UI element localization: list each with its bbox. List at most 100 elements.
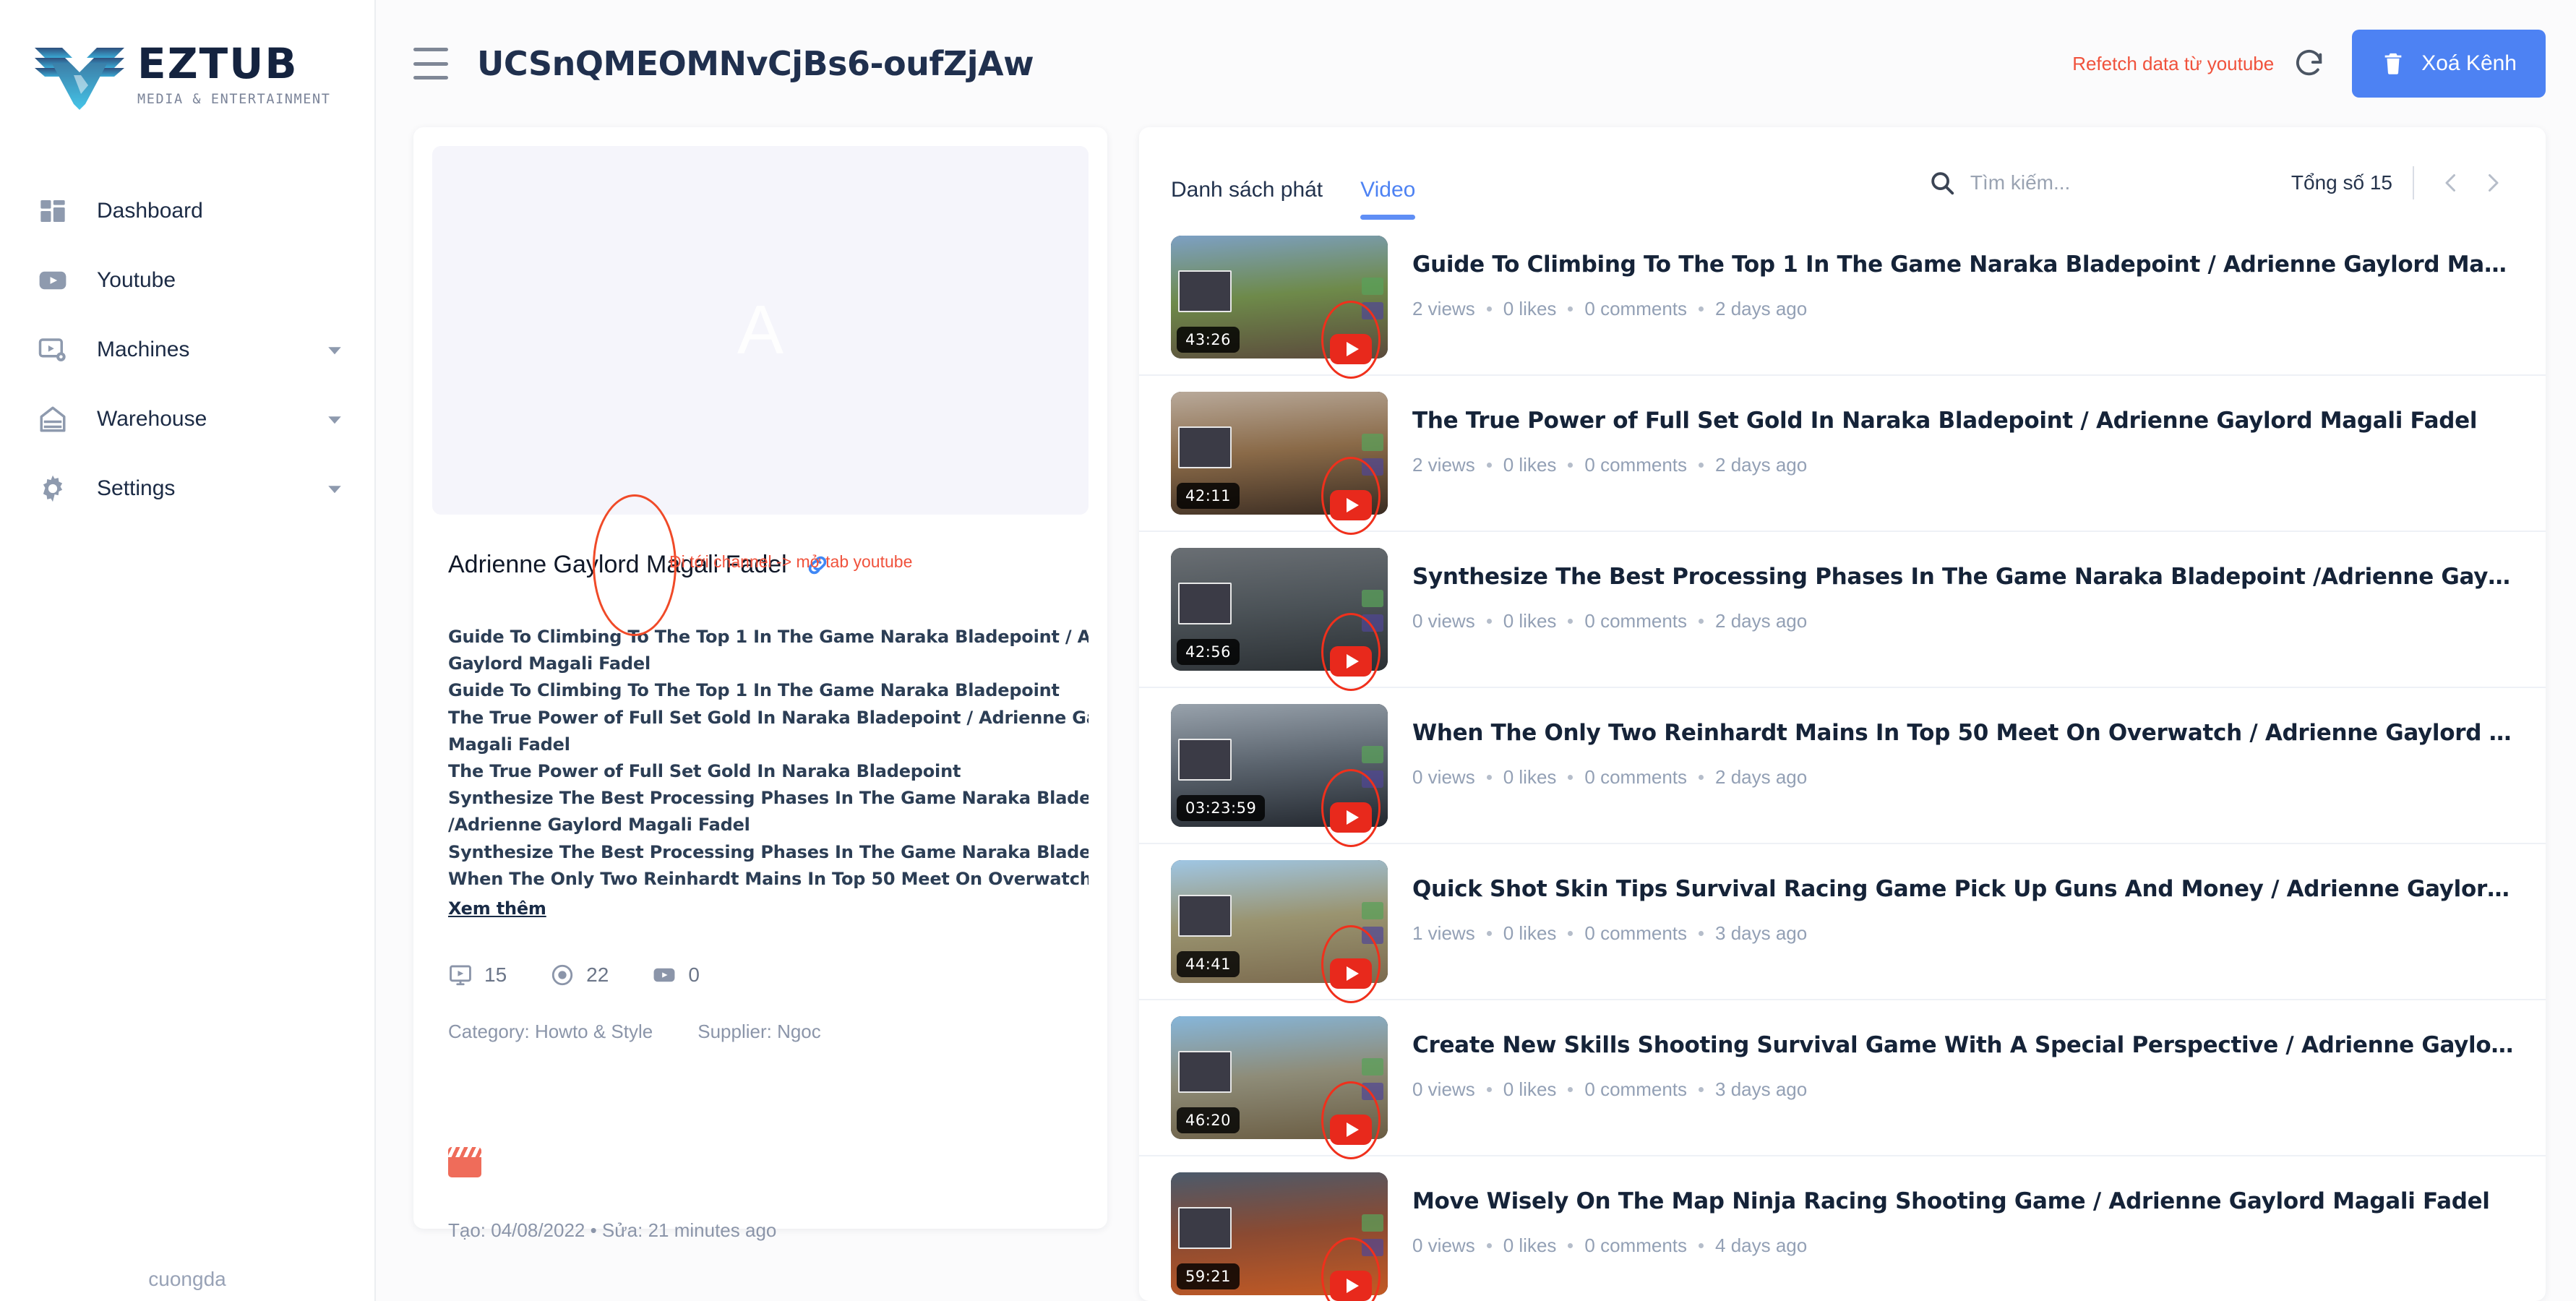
video-row[interactable]: 43:26 Guide To Climbing To The Top 1 In T… bbox=[1139, 220, 2546, 379]
thumbnail-webcam-overlay bbox=[1178, 583, 1232, 624]
video-info: Quick Shot Skin Tips Survival Racing Gam… bbox=[1412, 860, 2514, 945]
video-title[interactable]: Create New Skills Shooting Survival Game… bbox=[1412, 1032, 2514, 1058]
search-icon[interactable] bbox=[1928, 169, 1956, 197]
sidebar-item-label: Youtube bbox=[97, 268, 176, 292]
video-like-count: 0 likes bbox=[1503, 610, 1557, 632]
see-more-link[interactable]: Xem thêm bbox=[448, 896, 546, 922]
video-meta: 2 views 0 likes 0 comments 2 days ago bbox=[1412, 298, 2514, 320]
sidebar-item-machines[interactable]: Machines bbox=[0, 315, 374, 385]
description-line: Gaylord Magali Fadel bbox=[448, 653, 651, 674]
video-meta: 0 views 0 likes 0 comments 3 days ago bbox=[1412, 1078, 2514, 1101]
delete-channel-button[interactable]: Xoá Kênh bbox=[2352, 30, 2546, 98]
tab-videos[interactable]: Video bbox=[1360, 178, 1416, 220]
video-comment-count: 0 comments bbox=[1584, 1078, 1688, 1100]
video-age: 2 days ago bbox=[1715, 766, 1808, 788]
next-page-button[interactable] bbox=[2472, 162, 2514, 204]
description-line: When The Only Two Reinhardt Mains In Top… bbox=[448, 868, 1089, 889]
video-row[interactable]: 42:56 Synthesize The Best Processing Phas… bbox=[1139, 532, 2546, 691]
sidebar-item-youtube[interactable]: Youtube bbox=[0, 246, 374, 315]
video-row[interactable]: 46:20 Create New Skills Shooting Survival… bbox=[1139, 1000, 2546, 1159]
meta-separator-dot bbox=[1568, 1243, 1573, 1248]
sidebar-username: cuongda bbox=[148, 1268, 226, 1290]
description-line: /Adrienne Gaylord Magali Fadel bbox=[448, 815, 750, 836]
description-line: The True Power of Full Set Gold In Narak… bbox=[448, 760, 961, 781]
channel-info-card: A Adrienne Gaylord Magali Fadel Đi tới c… bbox=[413, 127, 1107, 1241]
app-logo[interactable]: EZTUB MEDIA & ENTERTAINMENT bbox=[0, 0, 374, 114]
meta-separator-dot bbox=[1486, 931, 1492, 936]
video-like-count: 0 likes bbox=[1503, 298, 1557, 319]
video-duration-badge: 03:23:59 bbox=[1177, 795, 1266, 821]
youtube-play-icon[interactable] bbox=[1330, 334, 1372, 364]
meta-separator-dot bbox=[1568, 619, 1573, 624]
thumbnail-hud-badge bbox=[1362, 1214, 1383, 1232]
video-duration-badge: 43:26 bbox=[1177, 327, 1240, 353]
thumbnail-webcam-overlay bbox=[1178, 1051, 1232, 1093]
sidebar-item-warehouse[interactable]: Warehouse bbox=[0, 385, 374, 454]
youtube-play-icon[interactable] bbox=[1330, 1271, 1372, 1301]
youtube-play-icon[interactable] bbox=[1330, 490, 1372, 520]
chevron-down-icon[interactable] bbox=[324, 478, 345, 499]
video-title[interactable]: Move Wisely On The Map Ninja Racing Shoo… bbox=[1412, 1188, 2514, 1214]
video-comment-count: 0 comments bbox=[1584, 922, 1688, 944]
video-row[interactable]: 44:41 Quick Shot Skin Tips Survival Racin… bbox=[1139, 844, 2546, 1003]
video-row[interactable]: 42:11 The True Power of Full Set Gold In … bbox=[1139, 376, 2546, 535]
sidebar-item-label: Settings bbox=[97, 476, 176, 500]
meta-separator-dot bbox=[1568, 463, 1573, 468]
description-line: Magali Fadel bbox=[448, 734, 570, 755]
stat-subscriber-count: 0 bbox=[652, 963, 700, 987]
video-title[interactable]: The True Power of Full Set Gold In Narak… bbox=[1412, 408, 2514, 434]
annotation-link-label: Đi tới channel -> mở tab youtube bbox=[669, 552, 913, 571]
chevron-down-icon[interactable] bbox=[324, 408, 345, 430]
thumbnail-hud-badge bbox=[1362, 434, 1383, 451]
video-row[interactable]: 03:23:59 When The Only Two Reinhardt Main… bbox=[1139, 688, 2546, 847]
menu-toggle-icon[interactable] bbox=[413, 48, 448, 80]
sidebar-item-settings[interactable]: Settings bbox=[0, 454, 374, 523]
youtube-play-icon[interactable] bbox=[1330, 802, 1372, 833]
thumbnail-webcam-overlay bbox=[1178, 739, 1232, 781]
machines-icon bbox=[36, 333, 69, 366]
video-info: When The Only Two Reinhardt Mains In Top… bbox=[1412, 704, 2514, 789]
video-age: 4 days ago bbox=[1715, 1235, 1808, 1256]
prev-page-button[interactable] bbox=[2430, 162, 2472, 204]
youtube-play-icon[interactable] bbox=[1330, 646, 1372, 677]
video-age: 2 days ago bbox=[1715, 610, 1808, 632]
dashboard-icon bbox=[36, 194, 69, 228]
video-thumbnail-wrap: 59:21 bbox=[1171, 1172, 1388, 1301]
video-comment-count: 0 comments bbox=[1584, 298, 1688, 319]
refresh-icon[interactable] bbox=[2287, 41, 2332, 86]
thumbnail-webcam-overlay bbox=[1178, 1207, 1232, 1249]
youtube-play-icon[interactable] bbox=[1330, 958, 1372, 989]
meta-separator-dot bbox=[1699, 931, 1704, 936]
meta-separator-dot bbox=[1699, 619, 1704, 624]
video-info: Move Wisely On The Map Ninja Racing Shoo… bbox=[1412, 1172, 2514, 1257]
youtube-play-icon[interactable] bbox=[1330, 1115, 1372, 1145]
video-view-count: 2 views bbox=[1412, 298, 1475, 319]
panel-tabs: Danh sách phát Video bbox=[1171, 178, 1416, 220]
logo-text-block: EZTUB MEDIA & ENTERTAINMENT bbox=[137, 43, 331, 107]
meta-separator-dot bbox=[1486, 1243, 1492, 1248]
clapperboard-icon[interactable] bbox=[448, 1147, 481, 1178]
video-title[interactable]: When The Only Two Reinhardt Mains In Top… bbox=[1412, 720, 2514, 746]
video-row[interactable]: 59:21 Move Wisely On The Map Ninja Racing… bbox=[1139, 1156, 2546, 1301]
meta-separator-dot bbox=[1486, 775, 1492, 780]
thumbnail-hud-badge bbox=[1362, 458, 1383, 476]
main-area: UCSnQMEOMNvCjBs6-oufZjAw Refetch data từ… bbox=[376, 0, 2576, 1301]
meta-separator-dot bbox=[1568, 306, 1573, 312]
video-title[interactable]: Guide To Climbing To The Top 1 In The Ga… bbox=[1412, 252, 2514, 278]
search-input[interactable] bbox=[1970, 171, 2281, 194]
chevron-down-icon[interactable] bbox=[324, 339, 345, 361]
video-comment-count: 0 comments bbox=[1584, 766, 1688, 788]
tab-playlists[interactable]: Danh sách phát bbox=[1171, 178, 1323, 220]
delete-channel-label: Xoá Kênh bbox=[2421, 51, 2517, 75]
video-info: Create New Skills Shooting Survival Game… bbox=[1412, 1016, 2514, 1101]
video-view-count: 0 views bbox=[1412, 1235, 1475, 1256]
video-title[interactable]: Quick Shot Skin Tips Survival Racing Gam… bbox=[1412, 876, 2514, 902]
video-title[interactable]: Synthesize The Best Processing Phases In… bbox=[1412, 564, 2514, 590]
pagination bbox=[2413, 162, 2514, 204]
meta-separator-dot bbox=[1486, 619, 1492, 624]
trash-icon bbox=[2381, 51, 2405, 76]
content-area: A Adrienne Gaylord Magali Fadel Đi tới c… bbox=[376, 127, 2576, 1301]
sidebar-item-dashboard[interactable]: Dashboard bbox=[0, 176, 374, 246]
topbar: UCSnQMEOMNvCjBs6-oufZjAw Refetch data từ… bbox=[376, 0, 2576, 127]
video-like-count: 0 likes bbox=[1503, 766, 1557, 788]
